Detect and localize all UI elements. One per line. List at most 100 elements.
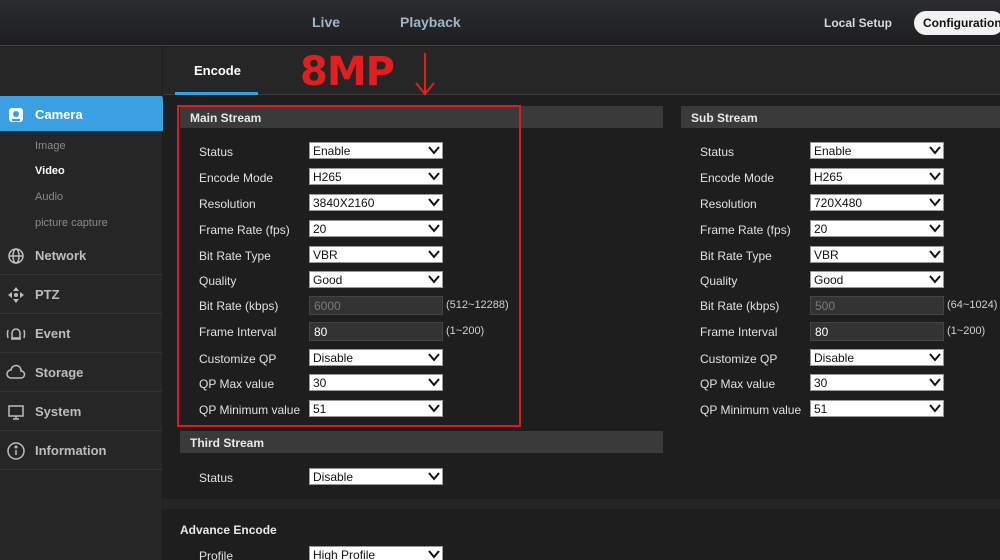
sub-resolution-select[interactable]: 720X480 (810, 194, 944, 211)
field-label: Frame Interval (700, 325, 778, 339)
select-value: 20 (814, 222, 828, 236)
select-value: 30 (313, 376, 327, 390)
event-icon (6, 324, 26, 344)
field-label: Frame Interval (199, 325, 277, 339)
sidebar-subitem-picture-capture[interactable]: picture capture (35, 217, 108, 229)
field-label: Bit Rate Type (199, 249, 271, 263)
third-stream-header: Third Stream (180, 431, 663, 453)
sub-customize-qp-select[interactable]: Disable (810, 349, 944, 366)
field-label: Encode Mode (700, 171, 775, 185)
sub-status-select[interactable]: Enable (810, 142, 944, 159)
select-value: Good (313, 273, 343, 287)
select-value: Good (814, 273, 844, 287)
main-encode-mode-select[interactable]: H265 (309, 168, 443, 185)
camera-icon (6, 105, 26, 125)
chevron-down-icon (929, 353, 941, 362)
sidebar-item-system[interactable]: System (0, 393, 162, 431)
field-label: Status (199, 145, 234, 159)
sidebar-item-storage[interactable]: Storage (0, 354, 162, 392)
chevron-down-icon (929, 378, 941, 387)
sub-encode-mode-select[interactable]: H265 (810, 168, 944, 185)
field-label: Quality (199, 274, 237, 288)
sub-qp-min-select[interactable]: 51 (810, 400, 944, 417)
main-resolution-select[interactable]: 3840X2160 (309, 194, 443, 211)
sub-qp-max-select[interactable]: 30 (810, 374, 944, 391)
storage-icon (6, 363, 26, 383)
sidebar: Camera Image Video Audio picture capture… (0, 47, 171, 560)
sidebar-item-label: Information (35, 443, 107, 458)
field-label: Customize QP (700, 352, 778, 366)
select-value: 30 (814, 376, 828, 390)
field-label: Resolution (199, 197, 256, 211)
select-value: Enable (313, 144, 351, 158)
field-label: Customize QP (199, 352, 277, 366)
chevron-down-icon (428, 472, 440, 481)
nav-live[interactable]: Live (312, 14, 340, 30)
section-divider (163, 499, 1000, 509)
sidebar-item-event[interactable]: Event (0, 315, 162, 353)
chevron-down-icon (929, 250, 941, 259)
main-quality-select[interactable]: Good (309, 271, 443, 288)
chevron-down-icon (428, 275, 440, 284)
sidebar-item-label: Storage (35, 365, 84, 380)
field-label: Bit Rate (kbps) (700, 299, 780, 313)
main-bit-rate-type-select[interactable]: VBR (309, 246, 443, 263)
select-value: Disable (313, 470, 354, 484)
main-frame-interval-input[interactable]: 80 (309, 322, 443, 341)
field-label: Frame Rate (fps) (700, 223, 791, 237)
field-label: Status (199, 471, 234, 485)
third-status-select[interactable]: Disable (309, 468, 443, 485)
chevron-down-icon (929, 224, 941, 233)
tab-encode[interactable]: Encode (175, 47, 258, 95)
nav-local-setup[interactable]: Local Setup (824, 16, 892, 30)
main-frame-interval-range: (1~200) (446, 325, 485, 337)
chevron-down-icon (428, 146, 440, 155)
main-status-select[interactable]: Enable (309, 142, 443, 159)
sidebar-subitem-video[interactable]: Video (35, 165, 65, 177)
network-icon (6, 246, 26, 266)
main-bit-rate-input: 6000 (309, 296, 443, 315)
information-icon (6, 441, 26, 461)
select-value: H265 (313, 170, 342, 184)
profile-select[interactable]: High Profile (309, 546, 443, 560)
select-value: 20 (313, 222, 327, 236)
main-frame-rate-select[interactable]: 20 (309, 220, 443, 237)
advance-encode-header: Advance Encode (180, 523, 277, 537)
select-value: Disable (313, 351, 354, 365)
sub-quality-select[interactable]: Good (810, 271, 944, 288)
main-qp-min-select[interactable]: 51 (309, 400, 443, 417)
chevron-down-icon (428, 224, 440, 233)
sidebar-item-ptz[interactable]: PTZ (0, 276, 162, 314)
main-customize-qp-select[interactable]: Disable (309, 349, 443, 366)
select-value: Enable (814, 144, 852, 158)
field-label: QP Minimum value (700, 403, 802, 417)
sidebar-item-network[interactable]: Network (0, 237, 162, 275)
chevron-down-icon (929, 172, 941, 181)
sub-stream-header: Sub Stream (681, 106, 1000, 128)
sub-frame-rate-select[interactable]: 20 (810, 220, 944, 237)
field-label: Frame Rate (fps) (199, 223, 290, 237)
sidebar-subitem-audio[interactable]: Audio (35, 191, 63, 203)
sub-frame-interval-input[interactable]: 80 (810, 322, 944, 341)
nav-configuration[interactable]: Configuration (914, 11, 1000, 35)
sidebar-subitem-image[interactable]: Image (35, 140, 66, 152)
system-icon (6, 402, 26, 422)
select-value: 51 (814, 402, 828, 416)
field-label: Bit Rate (kbps) (199, 299, 279, 313)
tab-bar: Encode 8MP (163, 47, 1000, 96)
select-value: VBR (313, 248, 338, 262)
sidebar-item-label: Network (35, 248, 87, 263)
main-qp-max-select[interactable]: 30 (309, 374, 443, 391)
sub-bit-rate-type-select[interactable]: VBR (810, 246, 944, 263)
chevron-down-icon (428, 353, 440, 362)
chevron-down-icon (929, 146, 941, 155)
sidebar-item-label: Camera (35, 107, 83, 122)
field-label: Status (700, 145, 735, 159)
chevron-down-icon (929, 404, 941, 413)
select-value: 51 (313, 402, 327, 416)
chevron-down-icon (929, 198, 941, 207)
ptz-icon (6, 285, 26, 305)
nav-playback[interactable]: Playback (400, 14, 461, 30)
sidebar-item-information[interactable]: Information (0, 432, 162, 470)
sidebar-item-camera[interactable]: Camera (0, 96, 171, 132)
